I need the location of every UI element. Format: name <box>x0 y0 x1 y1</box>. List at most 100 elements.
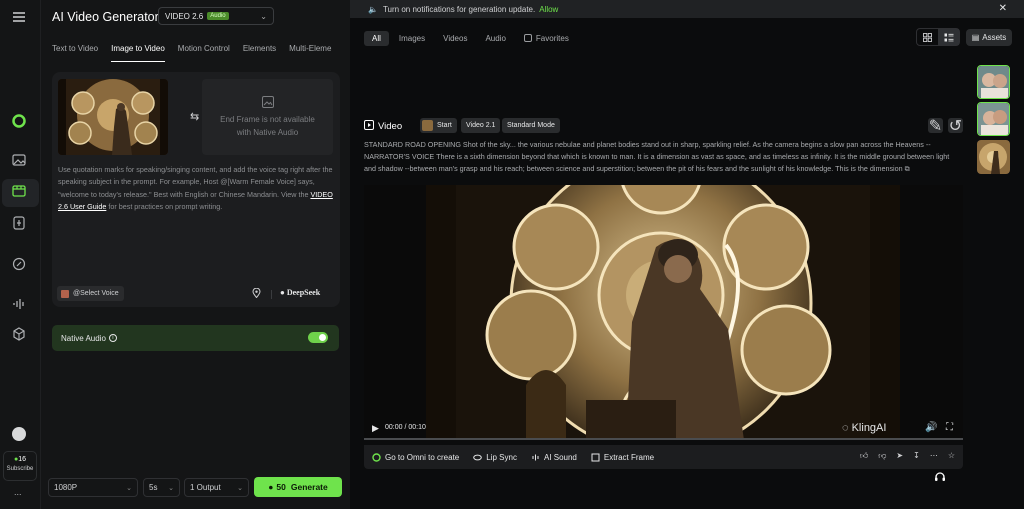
go-to-omni-button[interactable]: Go to Omni to create <box>372 453 459 462</box>
video-frame <box>426 185 900 440</box>
prompt-input[interactable]: Use quotation marks for speaking/singing… <box>58 164 336 214</box>
version-select[interactable]: VIDEO 2.6 Audio ⌄ <box>158 7 274 25</box>
end-frame-note-1: End Frame is not available <box>220 115 315 124</box>
outputs-select[interactable]: 1 Output ⌄ <box>184 478 249 497</box>
audio-wave-icon[interactable] <box>11 296 30 315</box>
tab-image-to-video[interactable]: Image to Video <box>111 44 165 62</box>
list-view-icon[interactable] <box>938 29 959 45</box>
filter-all[interactable]: All <box>364 30 389 46</box>
generate-button[interactable]: ● 50 Generate <box>254 477 342 497</box>
star-icon[interactable]: ☆ <box>948 451 955 461</box>
ai-sound-button[interactable]: AI Sound <box>531 453 577 462</box>
credits-count: ●16 <box>13 456 27 463</box>
play-icon[interactable]: ▶ <box>372 423 379 434</box>
asset-filters: All Images Videos Audio Favorites <box>364 30 569 46</box>
tab-text-to-video[interactable]: Text to Video <box>52 44 98 62</box>
chevron-down-icon: ⌄ <box>126 484 132 492</box>
volume-icon[interactable]: 🔊 <box>925 422 937 433</box>
generate-cost: 50 <box>276 482 286 492</box>
duration-value: 5s <box>149 483 158 492</box>
send-icon[interactable]: ➤ <box>896 451 903 461</box>
video-player[interactable]: ◌ KlingAI <box>364 185 963 440</box>
native-audio-toggle[interactable] <box>308 332 328 343</box>
credit-icon: ● <box>268 482 274 492</box>
notification-bar: 🔈 Turn on notifications for generation u… <box>350 0 1024 18</box>
filter-videos[interactable]: Videos <box>435 31 475 46</box>
tab-motion-control[interactable]: Motion Control <box>178 44 230 62</box>
chevron-down-icon: ⌄ <box>168 484 174 492</box>
start-frame-thumbnail[interactable] <box>58 79 168 155</box>
image-add-icon <box>261 95 275 109</box>
avatar[interactable] <box>12 427 26 441</box>
native-audio-label: Native Audio <box>61 333 106 343</box>
tab-elements[interactable]: Elements <box>243 44 276 62</box>
more-icon[interactable]: ⋯ <box>930 451 938 461</box>
outputs-value: 1 Output <box>190 483 221 492</box>
allow-link[interactable]: Allow <box>539 5 558 14</box>
edit-icon[interactable] <box>11 256 30 275</box>
video-description: STANDARD ROAD OPENING Shot of the sky...… <box>364 140 950 174</box>
close-icon[interactable]: ✕ <box>999 3 1007 14</box>
video-card-label: Video <box>364 120 402 133</box>
location-pin-icon[interactable] <box>252 287 261 301</box>
start-frame-mini-thumb <box>422 120 433 131</box>
support-icon[interactable] <box>933 470 949 486</box>
history-thumb[interactable] <box>977 65 1010 99</box>
favorites-checkbox[interactable] <box>523 34 532 42</box>
divider <box>271 290 272 299</box>
lip-sync-button[interactable]: Lip Sync <box>473 453 517 462</box>
page-title: AI Video Generator <box>52 10 159 24</box>
swap-frames-icon[interactable]: ⇆ <box>190 110 199 123</box>
video-icon <box>364 120 374 133</box>
chevron-down-icon: ⌄ <box>237 484 243 492</box>
grid-view-icon[interactable] <box>917 29 938 45</box>
assets-button[interactable]: ▤ Assets <box>966 29 1012 46</box>
filter-images[interactable]: Images <box>391 31 433 46</box>
assets-label: Assets <box>982 33 1007 42</box>
time-readout: 00:00 / 00:10 <box>385 424 426 431</box>
thumbs-down-icon[interactable]: 👎︎ <box>878 451 886 461</box>
generator-panel: AI Video Generator VIDEO 2.6 Audio ⌄ Tex… <box>41 0 350 509</box>
extract-frame-label: Extract Frame <box>603 452 655 462</box>
kling-logo-icon[interactable] <box>11 113 30 132</box>
subscribe-label: Subscribe <box>6 466 34 472</box>
progress-bar[interactable] <box>364 438 963 440</box>
select-voice-button[interactable]: @Select Voice <box>57 286 124 301</box>
tab-multi-elements[interactable]: Multi-Eleme <box>289 44 331 62</box>
prompt-suffix: for best practices on prompt writing. <box>108 202 223 212</box>
image-icon[interactable] <box>11 152 30 171</box>
omni-label: Go to Omni to create <box>385 452 460 462</box>
favorites-label: Favorites <box>535 33 569 43</box>
thumbs-up-icon[interactable]: 👍︎ <box>860 451 868 461</box>
history-thumb[interactable] <box>977 102 1010 136</box>
whale-icon: ● <box>280 288 287 297</box>
copy-icon[interactable]: ⧉ <box>905 164 910 173</box>
filter-audio[interactable]: Audio <box>477 31 513 46</box>
reuse-icon[interactable]: ↺ <box>948 118 963 135</box>
resolution-select[interactable]: 1080P ⌄ <box>48 478 138 497</box>
mode-tabs: Text to Video Image to Video Motion Cont… <box>52 44 350 62</box>
more-icon[interactable]: ... <box>14 487 22 497</box>
menu-icon[interactable] <box>11 9 30 28</box>
lip-sync-label: Lip Sync <box>486 452 517 462</box>
fullscreen-icon[interactable]: ⛶ <box>946 422 953 433</box>
extract-frame-button[interactable]: Extract Frame <box>591 453 654 462</box>
subscribe-box[interactable]: ●16 Subscribe <box>3 451 37 481</box>
video-icon[interactable] <box>11 183 30 202</box>
chevron-down-icon: ⌄ <box>260 11 267 21</box>
version-label: VIDEO 2.6 <box>165 11 204 21</box>
deepseek-button[interactable]: ● DeepSeek <box>280 288 320 297</box>
history-thumb[interactable] <box>977 140 1010 174</box>
duration-select[interactable]: 5s ⌄ <box>143 478 180 497</box>
effects-icon[interactable] <box>11 215 30 234</box>
input-card: ⇆ End Frame is not available with Native… <box>52 72 340 307</box>
generate-label: Generate <box>290 482 328 492</box>
download-icon[interactable]: ↧ <box>913 451 920 461</box>
action-icons: 👍︎ 👎︎ ➤ ↧ ⋯ ☆ <box>860 451 955 461</box>
end-frame-note-2: with Native Audio <box>236 128 299 137</box>
start-frame-chip[interactable]: Start <box>420 118 457 133</box>
info-icon[interactable]: i <box>108 334 117 342</box>
edit-icon[interactable]: ✎ <box>928 118 943 135</box>
cube-icon[interactable] <box>11 326 30 345</box>
notification-text: Turn on notifications for generation upd… <box>382 4 536 14</box>
